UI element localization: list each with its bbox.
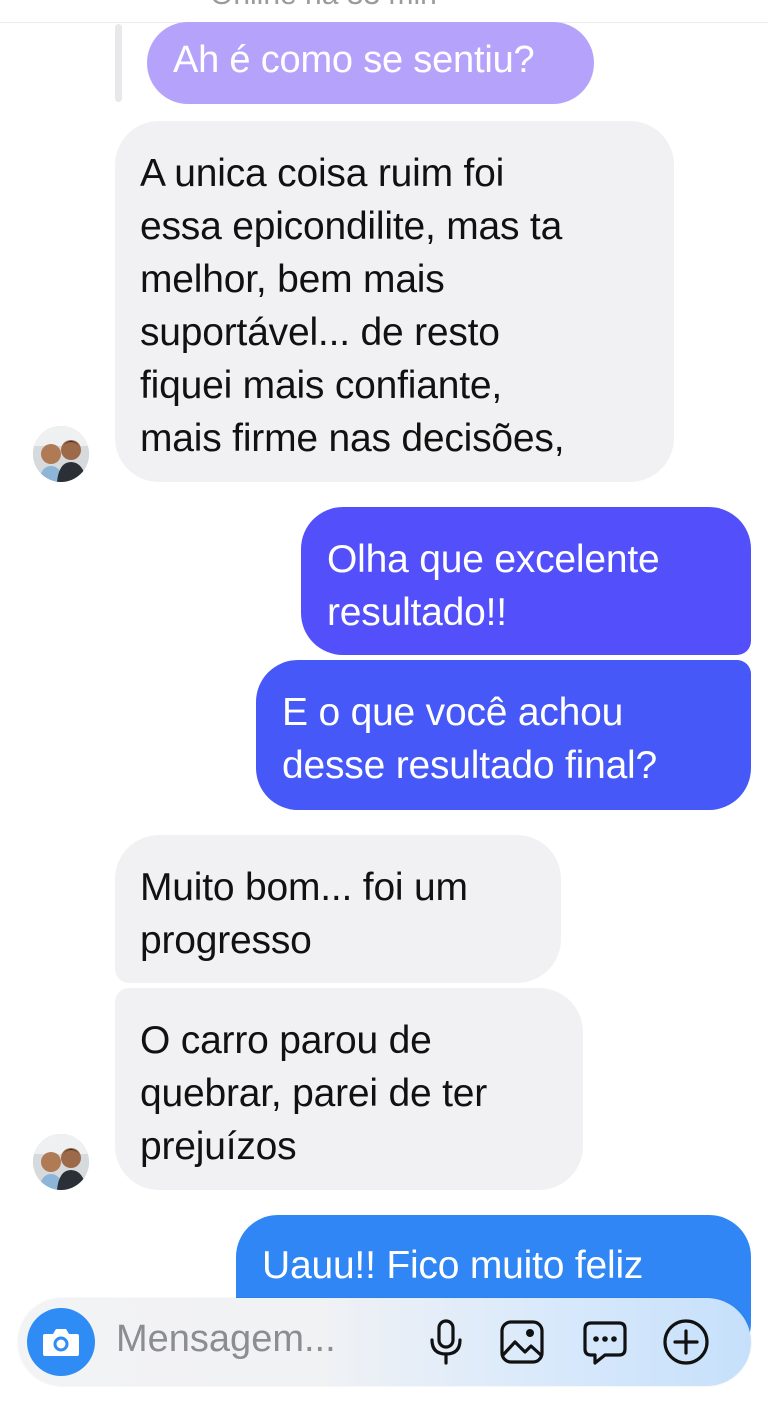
contact-avatar[interactable] [33, 1134, 89, 1190]
incoming-message[interactable]: A unica coisa ruim foi essa epicondilite… [115, 121, 674, 482]
outgoing-message[interactable]: E o que você achou desse resultado final… [256, 660, 751, 810]
incoming-message[interactable]: Muito bom... foi um progresso [115, 835, 561, 983]
sticker-button[interactable] [579, 1316, 631, 1368]
camera-button[interactable] [27, 1308, 95, 1376]
chat-screen: Online há 33 min Ah é como se sentiu? A … [0, 0, 768, 1404]
microphone-button[interactable] [420, 1316, 472, 1368]
more-options-button[interactable] [660, 1316, 712, 1368]
microphone-icon [430, 1319, 462, 1365]
camera-icon [43, 1329, 79, 1356]
online-status: Online há 33 min [210, 0, 437, 12]
gallery-button[interactable] [496, 1316, 548, 1368]
gallery-icon [500, 1320, 544, 1364]
reply-indicator-line [115, 24, 122, 102]
outgoing-message[interactable]: Olha que excelente resultado!! [301, 507, 751, 655]
message-composer: Mensagem... [18, 1298, 751, 1386]
chat-header: Online há 33 min [0, 0, 768, 23]
avatar-photo [33, 1134, 89, 1190]
message-input[interactable]: Mensagem... [116, 1318, 336, 1361]
sticker-chat-icon [583, 1321, 627, 1365]
plus-icon [663, 1319, 709, 1365]
contact-avatar[interactable] [33, 426, 89, 482]
incoming-message[interactable]: O carro parou de quebrar, parei de ter p… [115, 988, 583, 1190]
avatar-photo [33, 426, 89, 482]
reply-quote-bubble[interactable]: Ah é como se sentiu? [147, 22, 594, 104]
